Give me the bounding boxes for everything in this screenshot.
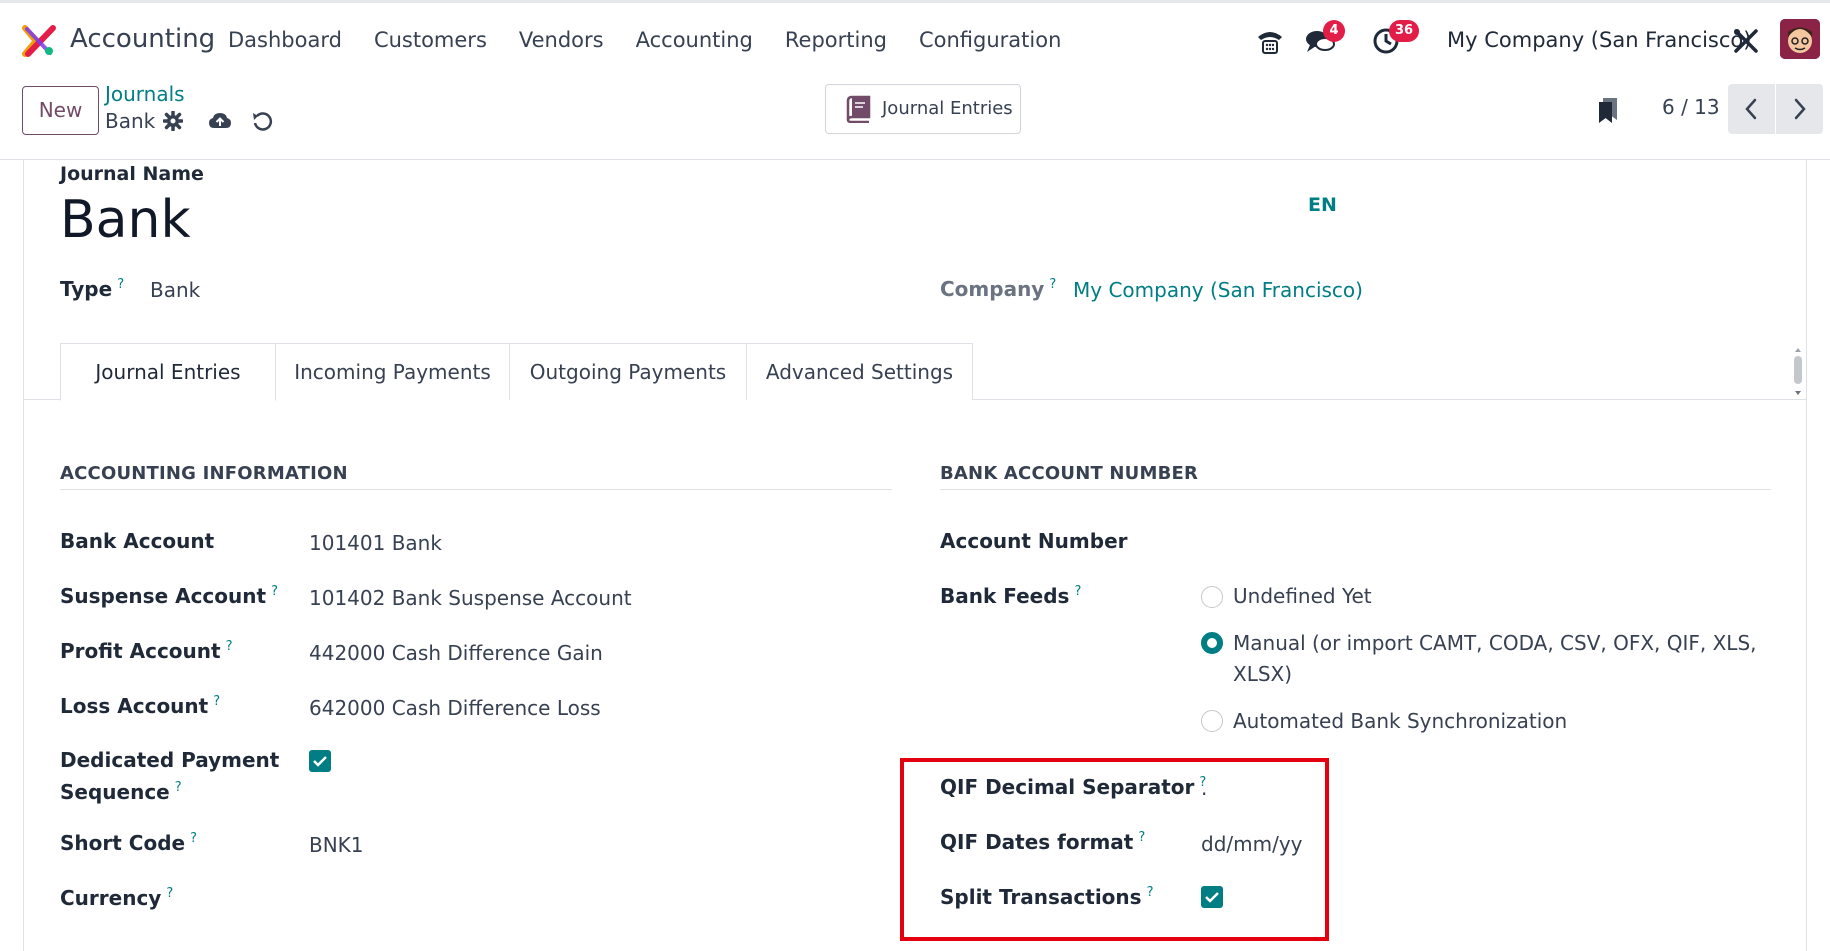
debug-tools-icon[interactable] bbox=[1732, 27, 1760, 55]
breadcrumb-current: Bank bbox=[105, 109, 156, 133]
phone-icon[interactable] bbox=[1255, 26, 1285, 56]
discard-icon[interactable] bbox=[251, 110, 273, 132]
messages-badge: 4 bbox=[1323, 20, 1345, 42]
pager-value[interactable]: 6 / 13 bbox=[1662, 95, 1720, 119]
smart-button-label: Journal Entries bbox=[882, 98, 1013, 119]
pager-previous-button[interactable] bbox=[1728, 84, 1775, 134]
notebook-tabs: Journal Entries Incoming Payments Outgoi… bbox=[23, 343, 1807, 401]
dedicated-sequence-label-line1: Dedicated Payment bbox=[60, 748, 280, 772]
dedicated-sequence-checkbox[interactable] bbox=[309, 750, 331, 772]
loss-account-value[interactable]: 642000 Cash Difference Loss bbox=[309, 696, 601, 720]
new-button[interactable]: New bbox=[22, 86, 99, 135]
short-code-label: Short Code? bbox=[60, 831, 197, 855]
help-icon[interactable]: ? bbox=[166, 886, 173, 901]
menu-reporting[interactable]: Reporting bbox=[785, 28, 887, 52]
save-cloud-icon[interactable] bbox=[208, 111, 232, 131]
profit-account-label: Profit Account? bbox=[60, 639, 233, 663]
check-icon bbox=[313, 756, 327, 767]
tabs-scrollbar[interactable] bbox=[1790, 344, 1806, 399]
radio-label-undefined-yet[interactable]: Undefined Yet bbox=[1233, 584, 1372, 608]
menu-accounting[interactable]: Accounting bbox=[636, 28, 753, 52]
bank-feeds-label: Bank Feeds? bbox=[940, 584, 1082, 608]
user-avatar[interactable] bbox=[1780, 19, 1820, 59]
menu-customers[interactable]: Customers bbox=[374, 28, 487, 52]
section-divider bbox=[940, 489, 1771, 490]
help-icon[interactable]: ? bbox=[190, 831, 197, 846]
help-icon[interactable]: ? bbox=[213, 694, 220, 709]
activities-badge: 36 bbox=[1389, 20, 1420, 42]
type-value[interactable]: Bank bbox=[150, 278, 200, 302]
main-menu: Dashboard Customers Vendors Accounting R… bbox=[228, 28, 1093, 52]
chevron-right-icon bbox=[1794, 98, 1806, 120]
journal-name-label: Journal Name bbox=[60, 163, 204, 185]
bookmark-icon[interactable] bbox=[1597, 96, 1619, 124]
tab-outgoing-payments[interactable]: Outgoing Payments bbox=[509, 343, 747, 400]
suspense-account-label: Suspense Account? bbox=[60, 584, 278, 608]
help-icon[interactable]: ? bbox=[1049, 277, 1056, 292]
book-icon bbox=[846, 95, 871, 123]
company-label: Company? bbox=[940, 277, 1057, 301]
help-icon[interactable]: ? bbox=[117, 277, 124, 292]
menu-configuration[interactable]: Configuration bbox=[919, 28, 1061, 52]
short-code-value[interactable]: BNK1 bbox=[309, 833, 364, 857]
company-switcher[interactable]: My Company (San Francisco) bbox=[1447, 28, 1751, 52]
tab-advanced-settings[interactable]: Advanced Settings bbox=[746, 343, 973, 400]
app-logo-icon[interactable] bbox=[22, 24, 56, 58]
annotation-highlight-box bbox=[900, 758, 1329, 941]
radio-automated-sync[interactable] bbox=[1201, 710, 1223, 732]
suspense-account-value[interactable]: 101402 Bank Suspense Account bbox=[309, 586, 632, 610]
app-name[interactable]: Accounting bbox=[70, 24, 215, 54]
radio-label-manual[interactable]: Manual (or import CAMT, CODA, CSV, OFX, … bbox=[1233, 631, 1757, 655]
help-icon[interactable]: ? bbox=[271, 584, 278, 599]
section-divider bbox=[60, 489, 892, 490]
loss-account-label: Loss Account? bbox=[60, 694, 221, 718]
chevron-left-icon bbox=[1745, 98, 1757, 120]
language-toggle[interactable]: EN bbox=[1308, 194, 1337, 216]
tab-incoming-payments[interactable]: Incoming Payments bbox=[275, 343, 510, 400]
dedicated-sequence-label-line2: Sequence? bbox=[60, 780, 182, 804]
journal-entries-smart-button[interactable]: Journal Entries bbox=[825, 84, 1021, 134]
radio-label-manual-cont[interactable]: XLSX) bbox=[1233, 662, 1292, 686]
help-icon[interactable]: ? bbox=[1074, 584, 1081, 599]
pager-next-button[interactable] bbox=[1776, 84, 1823, 134]
account-number-label: Account Number bbox=[940, 529, 1128, 553]
user-avatar-icon bbox=[1780, 19, 1820, 59]
bank-account-value[interactable]: 101401 Bank bbox=[309, 531, 442, 555]
breadcrumb-journals[interactable]: Journals bbox=[105, 82, 185, 106]
company-value-link[interactable]: My Company (San Francisco) bbox=[1073, 278, 1363, 302]
help-icon[interactable]: ? bbox=[175, 780, 182, 795]
bank-account-number-heading: BANK ACCOUNT NUMBER bbox=[940, 463, 1199, 484]
menu-vendors[interactable]: Vendors bbox=[519, 28, 604, 52]
profit-account-value[interactable]: 442000 Cash Difference Gain bbox=[309, 641, 603, 665]
accounting-information-heading: ACCOUNTING INFORMATION bbox=[60, 463, 348, 484]
journal-name-field[interactable]: Bank bbox=[60, 190, 191, 250]
help-icon[interactable]: ? bbox=[226, 639, 233, 654]
radio-manual[interactable] bbox=[1201, 632, 1223, 654]
control-panel: New Journals Bank Journal Entries 6 / 13 bbox=[0, 78, 1830, 160]
gear-icon[interactable] bbox=[163, 111, 183, 131]
radio-undefined-yet[interactable] bbox=[1201, 586, 1223, 608]
radio-label-automated-sync[interactable]: Automated Bank Synchronization bbox=[1233, 709, 1567, 733]
type-label: Type? bbox=[60, 277, 125, 301]
menu-dashboard[interactable]: Dashboard bbox=[228, 28, 342, 52]
currency-label: Currency? bbox=[60, 886, 174, 910]
bank-account-label: Bank Account bbox=[60, 529, 215, 553]
top-navbar: Accounting Dashboard Customers Vendors A… bbox=[0, 0, 1830, 78]
tab-journal-entries[interactable]: Journal Entries bbox=[60, 343, 276, 401]
